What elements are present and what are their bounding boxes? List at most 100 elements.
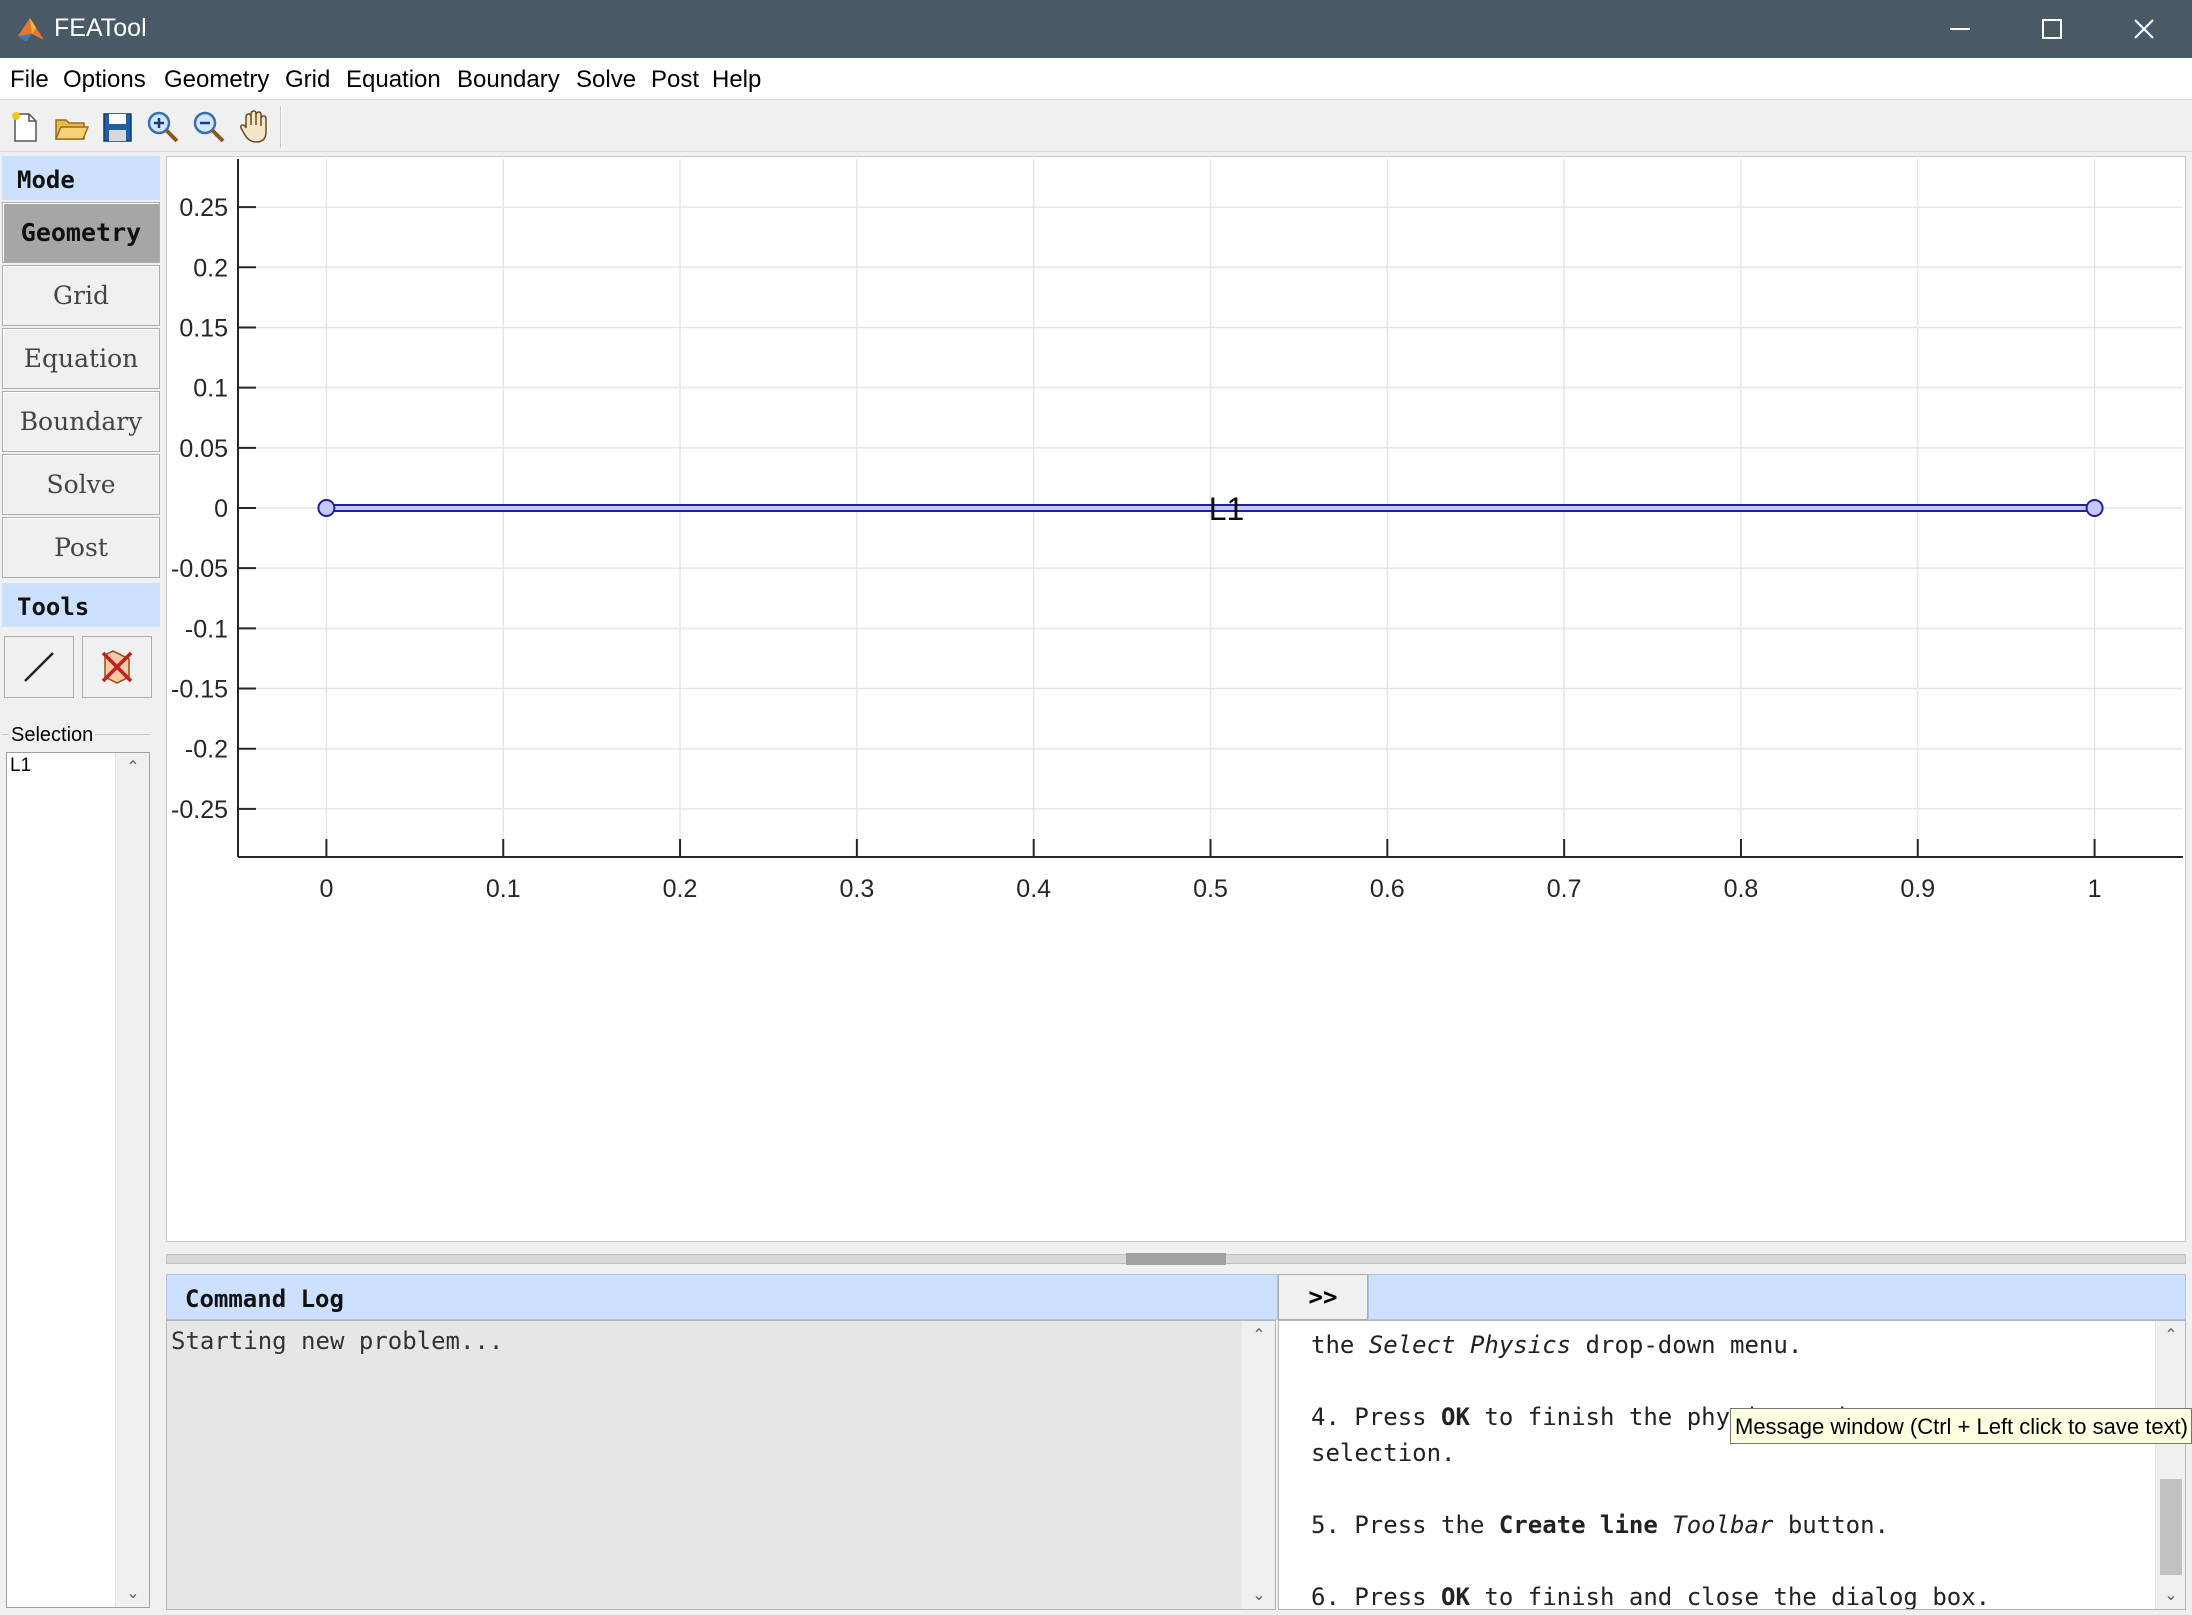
minimize-icon [1950, 28, 1970, 30]
selection-item-l1[interactable]: L1 [10, 755, 31, 777]
message-header [1368, 1274, 2186, 1320]
y-tick-label: -0.1 [185, 615, 228, 643]
y-tick-label: 0.25 [179, 194, 228, 222]
zoom-in-icon [147, 111, 179, 143]
splitter-handle[interactable] [1126, 1253, 1226, 1265]
new-file-button[interactable] [6, 108, 44, 146]
mode-grid-button[interactable]: Grid [2, 265, 160, 326]
command-log-scrollbar[interactable]: ⌃ ⌄ [1241, 1321, 1275, 1609]
message-scroll-thumb[interactable] [2160, 1479, 2182, 1575]
command-log-text: Starting new problem... [171, 1327, 504, 1355]
selection-list[interactable]: L1 ⌃ ⌄ [6, 752, 150, 1608]
y-tick-label: 0.1 [193, 375, 228, 403]
maximize-button[interactable] [2006, 0, 2098, 58]
y-tick-label: -0.2 [185, 736, 228, 764]
selection-scrollbar[interactable]: ⌃ ⌄ [115, 753, 149, 1607]
zoom-in-button[interactable] [144, 108, 182, 146]
message-segment: Toolbar [1672, 1511, 1774, 1539]
minimize-button[interactable] [1914, 0, 2006, 58]
x-tick-label: 0.2 [663, 875, 698, 903]
open-file-button[interactable] [52, 108, 90, 146]
mode-boundary-button[interactable]: Boundary [2, 391, 160, 452]
message-segment: 5. Press the [1311, 1511, 1499, 1539]
window-title: FEATool [54, 14, 147, 42]
x-tick-label: 0.4 [1016, 875, 1051, 903]
message-line: 6. Press OK to finish and close the dial… [1311, 1579, 2131, 1610]
selection-label: Selection [9, 724, 96, 747]
mode-equation-button[interactable]: Equation [2, 328, 160, 389]
zoom-out-button[interactable] [190, 108, 228, 146]
matlab-logo-icon [18, 18, 44, 42]
x-tick-label: 0.3 [839, 875, 874, 903]
message-line [1311, 1471, 2131, 1507]
scroll-down-icon[interactable]: ⌄ [2156, 1585, 2185, 1605]
message-segment: button. [1773, 1511, 1889, 1539]
y-tick-label: -0.05 [171, 555, 228, 583]
y-tick-label: 0.05 [179, 435, 228, 463]
geometry-plot[interactable]: 0 0.1 0.2 0.3 0.4 0.5 0.6 0.7 0.8 0.9 1 0.25 0.2 0.15… [166, 156, 2186, 1242]
message-tooltip: Message window (Ctrl + Left click to sav… [1730, 1408, 2192, 1444]
x-tick-label: 1 [2088, 875, 2102, 903]
message-segment: the [1311, 1331, 1369, 1359]
message-text: the Select Physics drop-down menu. 4. Pre… [1311, 1327, 2131, 1610]
zoom-out-icon [193, 111, 225, 143]
mode-post-button[interactable]: Post [2, 517, 160, 578]
y-tick-label: -0.15 [171, 676, 228, 704]
y-tick-label: 0 [214, 495, 228, 523]
x-tick-label: 0.6 [1370, 875, 1405, 903]
menu-help[interactable]: Help [712, 66, 761, 94]
tools-header: Tools [2, 583, 160, 627]
message-segment: OK [1441, 1403, 1470, 1431]
close-button[interactable] [2098, 0, 2190, 58]
y-tick-label: 0.2 [193, 254, 228, 282]
message-window[interactable]: the Select Physics drop-down menu. 4. Pre… [1278, 1320, 2186, 1610]
close-icon [2134, 19, 2154, 39]
scroll-down-icon[interactable]: ⌄ [116, 1583, 150, 1603]
delete-object-button[interactable] [82, 636, 152, 698]
message-line [1311, 1363, 2131, 1399]
line-l1-label: L1 [1209, 491, 1245, 527]
menu-grid[interactable]: Grid [285, 66, 330, 94]
message-scrollbar[interactable]: ⌃ ⌄ [2155, 1321, 2185, 1609]
scroll-up-icon[interactable]: ⌃ [2156, 1325, 2185, 1345]
message-segment: selection. [1311, 1439, 1456, 1467]
command-log-header: Command Log [166, 1274, 1278, 1320]
command-log[interactable]: Starting new problem... ⌃ ⌄ [166, 1320, 1276, 1610]
panel-splitter[interactable] [166, 1248, 2186, 1265]
menu-post[interactable]: Post [651, 66, 699, 94]
delete-object-icon [101, 650, 133, 684]
title-bar: FEATool [0, 0, 2192, 58]
line-l1-vertex[interactable] [317, 499, 336, 517]
mode-solve-button[interactable]: Solve [2, 454, 160, 515]
pan-button[interactable] [236, 108, 274, 146]
y-tick-label: 0.15 [179, 314, 228, 342]
save-icon [103, 113, 132, 142]
menu-boundary[interactable]: Boundary [457, 66, 560, 94]
mode-geometry-button[interactable]: Geometry [2, 202, 160, 263]
menu-solve[interactable]: Solve [576, 66, 636, 94]
x-tick-label: 0.1 [486, 875, 521, 903]
scroll-up-icon[interactable]: ⌃ [1242, 1325, 1276, 1345]
mode-header: Mode [2, 156, 160, 200]
scroll-up-icon[interactable]: ⌃ [116, 757, 150, 777]
expand-log-button[interactable]: >> [1278, 1274, 1368, 1320]
menu-options[interactable]: Options [63, 66, 146, 94]
menu-file[interactable]: File [10, 66, 49, 94]
message-segment: 6. Press [1311, 1583, 1442, 1610]
plot-canvas[interactable]: 0 0.1 0.2 0.3 0.4 0.5 0.6 0.7 0.8 0.9 1 0.25 0.2 0.15… [167, 157, 2187, 1243]
maximize-icon [2042, 19, 2062, 39]
message-segment: OK [1441, 1583, 1470, 1610]
scroll-down-icon[interactable]: ⌄ [1242, 1585, 1276, 1605]
new-file-icon [12, 112, 37, 142]
x-tick-label: 0.9 [1900, 875, 1935, 903]
menu-bar: File Options Geometry Grid Equation Boun… [0, 58, 2192, 100]
menu-geometry[interactable]: Geometry [164, 66, 269, 94]
pan-hand-icon [240, 110, 267, 143]
line-l1-vertex[interactable] [2085, 499, 2104, 517]
toolbar-separator [280, 106, 282, 148]
x-tick-label: 0.7 [1547, 875, 1582, 903]
menu-equation[interactable]: Equation [346, 66, 441, 94]
create-line-button[interactable] [4, 636, 74, 698]
toolbar [0, 100, 2192, 152]
save-button[interactable] [98, 108, 136, 146]
